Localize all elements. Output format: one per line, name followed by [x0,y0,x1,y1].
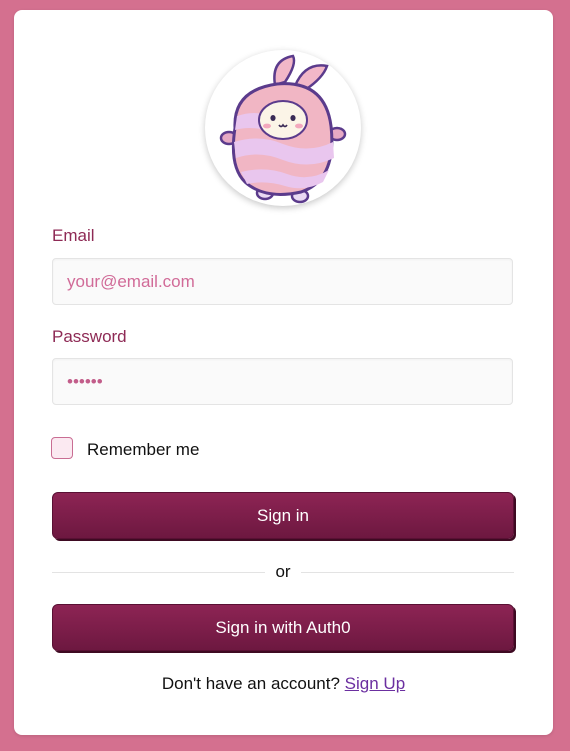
password-label: Password [52,327,127,346]
divider-line-left [52,572,265,573]
remember-me-checkbox[interactable] [51,437,73,459]
signup-row: Don't have an account? Sign Up [14,674,553,694]
divider-line-right [301,572,514,573]
sign-in-button[interactable]: Sign in [52,492,514,539]
sign-up-link[interactable]: Sign Up [345,674,405,693]
sign-in-auth0-button[interactable]: Sign in with Auth0 [52,604,514,651]
divider-or: or [275,562,291,581]
remember-me-label: Remember me [87,440,200,459]
login-card: Email Password Remember me Sign in or Si… [14,10,553,735]
email-input[interactable] [52,258,513,305]
email-label: Email [52,226,95,245]
signup-prompt: Don't have an account? [161,674,340,693]
password-input[interactable] [52,358,513,405]
mascot-avatar-icon [205,50,361,206]
